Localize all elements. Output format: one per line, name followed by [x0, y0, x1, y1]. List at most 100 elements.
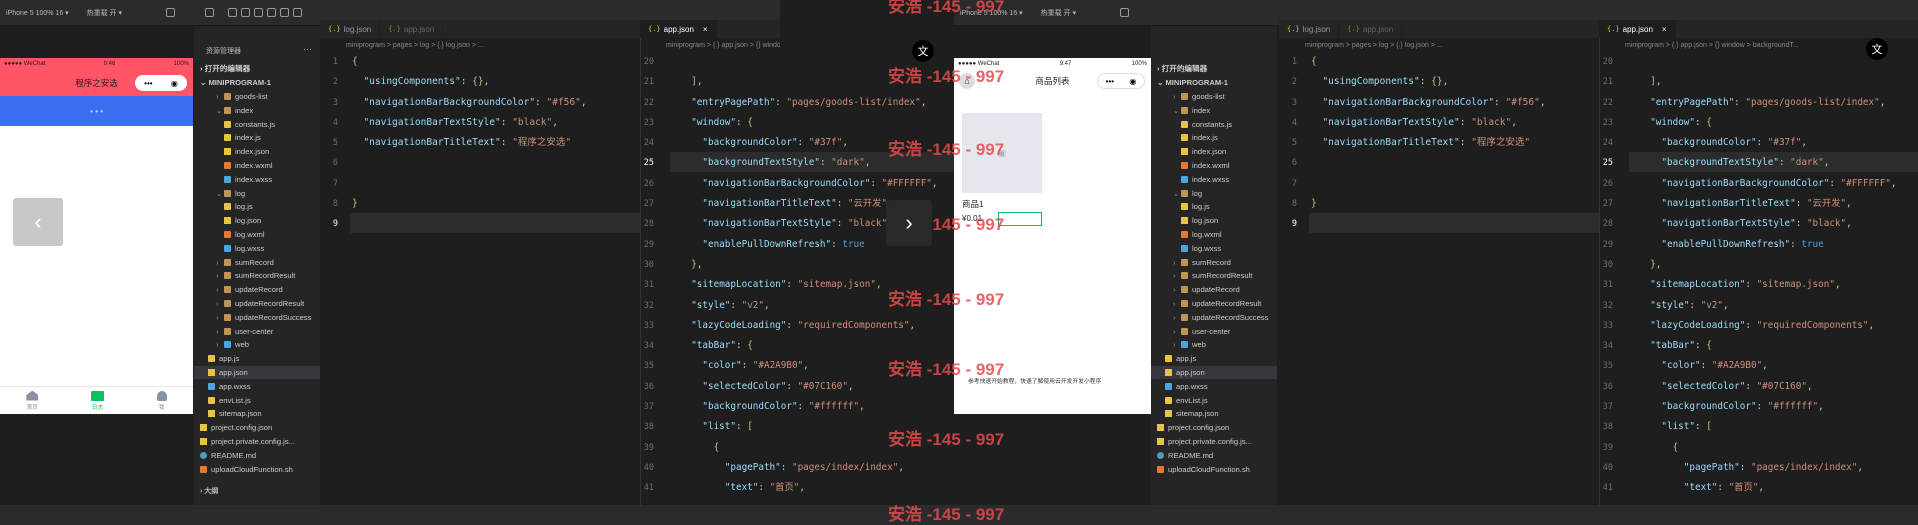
tab-home[interactable]: 首页: [26, 390, 39, 411]
code-line[interactable]: }: [1311, 194, 1596, 214]
code-line[interactable]: "style": "v2",: [1639, 296, 1918, 316]
search-icon[interactable]: [241, 8, 251, 17]
close-capsule-icon[interactable]: ◉: [1129, 77, 1136, 86]
tree-item[interactable]: › sumRecord: [194, 255, 320, 269]
tab-me[interactable]: 我: [156, 390, 167, 411]
code-line[interactable]: "pagePath": "pages/index/index",: [1639, 458, 1918, 478]
back-arrow-button[interactable]: ‹: [13, 198, 63, 246]
tree-item[interactable]: ⌄ log: [194, 186, 320, 200]
code-line[interactable]: "usingComponents": {},: [1311, 72, 1596, 92]
debug-icon[interactable]: [267, 8, 277, 17]
git-icon[interactable]: [254, 8, 264, 17]
code-line[interactable]: "navigationBarBackgroundColor": "#f56",: [1311, 93, 1596, 113]
code-line[interactable]: ],: [1639, 72, 1918, 92]
translate-icon[interactable]: 文: [912, 40, 934, 62]
tree-item[interactable]: › user-center: [1151, 324, 1277, 338]
code-line[interactable]: "entryPagePath": "pages/goods-list/index…: [1639, 93, 1918, 113]
code-line[interactable]: [352, 214, 637, 234]
tree-item[interactable]: index.wxss: [194, 172, 320, 186]
open-editors-header[interactable]: › 打开的编辑器: [1151, 62, 1277, 76]
code-line[interactable]: {: [1311, 52, 1596, 72]
code-line[interactable]: "backgroundTextStyle": "dark",: [1639, 153, 1918, 173]
extensions-icon[interactable]: [280, 8, 290, 17]
code-line[interactable]: "backgroundColor": "#ffffff",: [1639, 397, 1918, 417]
outline-header[interactable]: › 大纲: [200, 486, 218, 496]
tree-item[interactable]: project.private.config.js...: [194, 435, 320, 449]
code-line[interactable]: "enablePullDownRefresh": true: [1639, 235, 1918, 255]
tree-item[interactable]: › updateRecord: [1151, 283, 1277, 297]
code-line[interactable]: [352, 153, 637, 173]
tree-item[interactable]: project.config.json: [194, 421, 320, 435]
rotate-icon[interactable]: [166, 8, 176, 17]
tree-item[interactable]: uploadCloudFunction.sh: [1151, 462, 1277, 476]
tab-log-json[interactable]: {.} log.json: [1279, 20, 1340, 38]
tree-item[interactable]: app.wxss: [194, 379, 320, 393]
tree-item[interactable]: log.wxml: [1151, 228, 1277, 242]
tree-item[interactable]: › sumRecordResult: [194, 269, 320, 283]
tree-item[interactable]: log.json: [1151, 214, 1277, 228]
code-line[interactable]: "navigationBarTitleText": "程序之安选": [352, 133, 637, 153]
code-line[interactable]: "entryPagePath": "pages/goods-list/index…: [680, 93, 954, 113]
tree-item[interactable]: log.wxss: [1151, 241, 1277, 255]
tree-item[interactable]: ⌄ log: [1151, 186, 1277, 200]
app-code-2[interactable]: ], "entryPagePath": "pages/goods-list/in…: [1639, 52, 1918, 499]
more-icon[interactable]: •••: [1106, 77, 1114, 86]
tree-item[interactable]: index.wxss: [1151, 172, 1277, 186]
tree-item[interactable]: app.json: [1151, 365, 1277, 380]
tab-app-json-inactive[interactable]: {.} app.json: [1339, 20, 1403, 38]
code-line[interactable]: },: [1639, 255, 1918, 275]
close-capsule-icon[interactable]: ◉: [171, 79, 178, 88]
tree-item[interactable]: index.wxml: [1151, 159, 1277, 173]
device-select[interactable]: iPhone 5 100% 16 ▾: [6, 9, 69, 17]
tree-item[interactable]: index.js: [1151, 131, 1277, 145]
code-line[interactable]: "color": "#A2A9B0",: [1639, 356, 1918, 376]
more-icon[interactable]: •••: [144, 79, 152, 88]
code-line[interactable]: "navigationBarBackgroundColor": "#f56",: [352, 93, 637, 113]
explorer-more-icon[interactable]: ···: [303, 44, 312, 54]
tree-item[interactable]: project.private.config.js...: [1151, 435, 1277, 449]
tree-item[interactable]: app.wxss: [1151, 379, 1277, 393]
rotate-icon[interactable]: [1120, 8, 1130, 17]
code-line[interactable]: "navigationBarBackgroundColor": "#FFFFFF…: [1639, 174, 1918, 194]
tree-item[interactable]: › sumRecord: [1151, 255, 1277, 269]
cloud-icon[interactable]: [293, 8, 303, 17]
code-line[interactable]: "tabBar": {: [1639, 336, 1918, 356]
tree-item[interactable]: › sumRecordResult: [1151, 269, 1277, 283]
tree-item[interactable]: app.js: [1151, 352, 1277, 366]
translate-icon[interactable]: 文: [1866, 38, 1888, 60]
tree-item[interactable]: envList.js: [194, 393, 320, 407]
tree-item[interactable]: constants.js: [1151, 117, 1277, 131]
hot-reload-toggle[interactable]: 热重载 开 ▾: [87, 8, 122, 18]
tree-item[interactable]: › updateRecordSuccess: [1151, 310, 1277, 324]
code-line[interactable]: "sitemapLocation": "sitemap.json",: [1639, 275, 1918, 295]
tree-item[interactable]: README.md: [1151, 448, 1277, 462]
tree-item[interactable]: envList.js: [1151, 393, 1277, 407]
code-line[interactable]: "lazyCodeLoading": "requiredComponents",: [1639, 316, 1918, 336]
code-line[interactable]: [1311, 153, 1596, 173]
code-line[interactable]: [1311, 214, 1596, 234]
tree-item[interactable]: index.json: [1151, 145, 1277, 159]
log-code-2[interactable]: { "usingComponents": {}, "navigationBarB…: [1311, 52, 1596, 235]
buy-button[interactable]: [998, 212, 1042, 226]
tree-item[interactable]: sitemap.json: [1151, 407, 1277, 421]
project-header[interactable]: ⌄ MINIPROGRAM-1: [194, 76, 320, 90]
code-line[interactable]: "navigationBarTitleText": "云开发",: [1639, 194, 1918, 214]
tree-item[interactable]: index.json: [194, 145, 320, 159]
code-line[interactable]: "navigationBarBackgroundColor": "#FFFFFF…: [680, 174, 954, 194]
tree-item[interactable]: log.wxml: [194, 228, 320, 242]
code-line[interactable]: "navigationBarTextStyle": "black",: [1639, 214, 1918, 234]
tab-app-json[interactable]: {.} app.json ×: [1599, 20, 1676, 38]
log-code[interactable]: { "usingComponents": {}, "navigationBarB…: [352, 52, 637, 235]
tree-item[interactable]: › user-center: [194, 324, 320, 338]
tree-item[interactable]: › updateRecordResult: [194, 297, 320, 311]
open-editors-header[interactable]: › 打开的编辑器: [194, 62, 320, 76]
tree-item[interactable]: ⌄ index: [1151, 103, 1277, 117]
tree-item[interactable]: app.json: [194, 365, 320, 380]
tree-item[interactable]: constants.js: [194, 117, 320, 131]
tree-item[interactable]: app.js: [194, 352, 320, 366]
tree-item[interactable]: › web: [194, 338, 320, 352]
tree-item[interactable]: log.json: [194, 214, 320, 228]
tab-log-json[interactable]: {.} log.json: [320, 20, 381, 38]
tree-item[interactable]: › updateRecord: [194, 283, 320, 297]
close-tab-icon[interactable]: ×: [1662, 25, 1667, 34]
